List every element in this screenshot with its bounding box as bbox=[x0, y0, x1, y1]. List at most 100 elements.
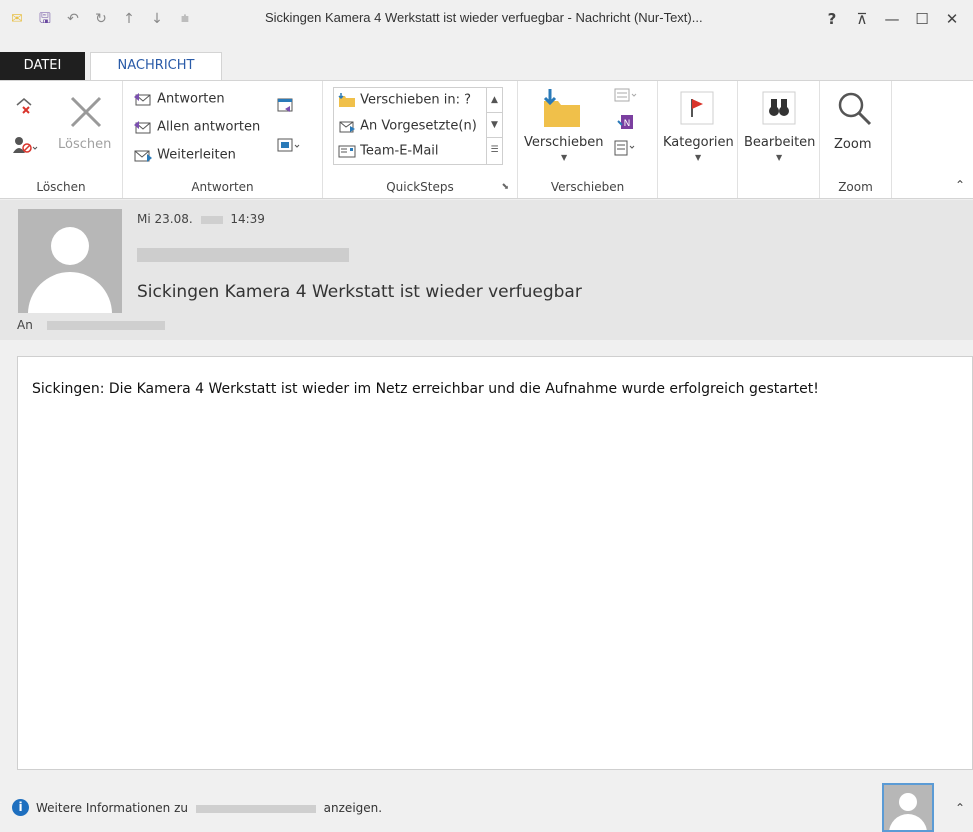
help-button[interactable]: ? bbox=[817, 6, 847, 32]
delete-button[interactable] bbox=[62, 93, 110, 131]
ribbon: Löschen Löschen Antworten Allen antworte… bbox=[0, 80, 973, 199]
delete-button-label: Löschen bbox=[58, 137, 112, 152]
quickstep-move-to-label: Verschieben in: ? bbox=[360, 92, 472, 108]
expand-people-pane-icon[interactable]: ⌃ bbox=[955, 801, 965, 815]
folder-move-icon bbox=[338, 93, 355, 107]
quickstep-team-email[interactable]: Team-E-Mail bbox=[338, 143, 439, 159]
edit-dropdown-icon[interactable]: ▼ bbox=[776, 153, 782, 162]
sender-address[interactable] bbox=[137, 247, 349, 262]
rules-button[interactable] bbox=[613, 87, 639, 105]
tags-group: Kategorien ▼ bbox=[658, 81, 738, 198]
redacted-year bbox=[200, 215, 223, 224]
minimize-button[interactable]: — bbox=[877, 6, 907, 32]
message-body[interactable]: Sickingen: Die Kamera 4 Werkstatt ist wi… bbox=[17, 356, 973, 770]
redo-icon[interactable]: ↻ bbox=[92, 10, 110, 28]
quickstep-move-to[interactable]: Verschieben in: ? bbox=[338, 92, 471, 108]
svg-text:N: N bbox=[624, 119, 631, 129]
previous-item-icon[interactable]: ↑ bbox=[120, 10, 138, 28]
quicksteps-gallery: Verschieben in: ? An Vorgesetzte(n) Team… bbox=[333, 87, 503, 165]
reply-button[interactable]: Antworten bbox=[133, 91, 225, 107]
reply-label: Antworten bbox=[157, 91, 225, 107]
quickstep-to-manager[interactable]: An Vorgesetzte(n) bbox=[338, 118, 477, 134]
respond-group: Antworten Allen antworten Weiterleiten A… bbox=[123, 81, 323, 198]
avatar-head bbox=[51, 227, 89, 265]
undo-icon[interactable]: ↶ bbox=[64, 10, 82, 28]
window-title: Sickingen Kamera 4 Werkstatt ist wieder … bbox=[265, 10, 703, 25]
respond-group-label: Antworten bbox=[191, 180, 254, 194]
to-label: An bbox=[17, 318, 33, 332]
message-subject: Sickingen Kamera 4 Werkstatt ist wieder … bbox=[137, 282, 582, 302]
categorize-button[interactable] bbox=[678, 89, 716, 127]
avatar-body bbox=[28, 272, 112, 313]
forward-label: Weiterleiten bbox=[157, 147, 236, 163]
categories-dropdown-icon[interactable]: ▼ bbox=[695, 153, 701, 162]
dialog-launcher-icon[interactable]: ⬊ bbox=[501, 182, 509, 192]
zoom-button[interactable] bbox=[834, 89, 874, 129]
contact-avatar-body bbox=[889, 814, 927, 830]
collapse-ribbon-icon[interactable]: ⌃ bbox=[955, 178, 965, 192]
message-header: Mi 23.08. 14:39 Sickingen Kamera 4 Werks… bbox=[0, 200, 973, 340]
contact-avatar[interactable] bbox=[882, 783, 934, 832]
flag-icon bbox=[680, 91, 714, 125]
actions-button[interactable] bbox=[613, 139, 639, 157]
sender-avatar[interactable] bbox=[18, 209, 122, 313]
ribbon-display-options-button[interactable]: ⊼ bbox=[847, 6, 877, 32]
more-respond-button[interactable] bbox=[276, 137, 302, 155]
reply-icon bbox=[134, 93, 151, 106]
more-info-link[interactable]: Weitere Informationen zu anzeigen. bbox=[36, 801, 382, 815]
folder-move-big-icon bbox=[543, 89, 580, 127]
delete-group-label: Löschen bbox=[36, 180, 86, 194]
ribbon-tabs: DATEI NACHRICHT bbox=[0, 52, 973, 81]
ignore-button[interactable] bbox=[14, 95, 34, 115]
tab-file[interactable]: DATEI bbox=[0, 52, 85, 80]
rules-icon bbox=[614, 88, 637, 102]
sent-date: Mi 23.08. 14:39 bbox=[137, 212, 265, 226]
categories-label: Kategorien bbox=[663, 135, 734, 150]
close-button[interactable]: ✕ bbox=[937, 6, 967, 32]
save-icon[interactable]: 🖫 bbox=[36, 10, 54, 28]
window-controls: ? ⊼ — ☐ ✕ bbox=[817, 6, 967, 32]
scroll-up-button[interactable]: ▲ bbox=[487, 88, 502, 113]
reply-all-button[interactable]: Allen antworten bbox=[133, 119, 260, 135]
info-icon: i bbox=[12, 799, 29, 816]
message-body-text: Sickingen: Die Kamera 4 Werkstatt ist wi… bbox=[32, 381, 819, 397]
im-reply-icon bbox=[277, 138, 300, 152]
tab-message[interactable]: NACHRICHT bbox=[90, 52, 222, 81]
quickstep-team-email-label: Team-E-Mail bbox=[360, 143, 439, 159]
reply-all-icon bbox=[134, 121, 151, 134]
forward-icon bbox=[134, 150, 152, 162]
customize-toolbar-icon[interactable]: ⩧ bbox=[176, 10, 194, 28]
junk-button[interactable] bbox=[12, 135, 38, 155]
move-group-label: Verschieben bbox=[550, 180, 625, 194]
redacted-contact bbox=[195, 804, 316, 813]
redacted-recipient[interactable] bbox=[46, 321, 165, 330]
to-manager-icon bbox=[339, 121, 355, 133]
title-bar: ✉ 🖫 ↶ ↻ ↑ ↓ ⩧ Sickingen Kamera 4 Werksta… bbox=[0, 0, 973, 50]
edit-label: Bearbeiten bbox=[744, 135, 816, 150]
maximize-button[interactable]: ☐ bbox=[907, 6, 937, 32]
reply-all-label: Allen antworten bbox=[157, 119, 261, 135]
delete-x-icon bbox=[70, 96, 102, 128]
meeting-reply-icon bbox=[277, 98, 293, 112]
move-group: Verschieben ▼ N Verschieben bbox=[518, 81, 658, 198]
people-pane-bar: i Weitere Informationen zu anzeigen. ⌃ bbox=[0, 781, 973, 832]
magnifier-icon bbox=[838, 92, 872, 126]
move-dropdown-icon[interactable]: ▼ bbox=[561, 153, 567, 162]
more-info-prefix: Weitere Informationen zu bbox=[36, 801, 189, 815]
onenote-icon: N bbox=[617, 115, 633, 129]
gallery-more-button[interactable]: ☰ bbox=[487, 138, 502, 163]
more-info-suffix: anzeigen. bbox=[323, 801, 383, 815]
meeting-button[interactable] bbox=[276, 97, 296, 115]
next-item-icon[interactable]: ↓ bbox=[148, 10, 166, 28]
sent-date-prefix: Mi 23.08. bbox=[137, 212, 193, 226]
move-button[interactable] bbox=[540, 87, 584, 131]
scroll-down-button[interactable]: ▼ bbox=[487, 113, 502, 138]
quickstep-to-manager-label: An Vorgesetzte(n) bbox=[360, 118, 477, 134]
onenote-button[interactable]: N bbox=[617, 113, 635, 131]
edit-button[interactable] bbox=[760, 89, 798, 127]
sent-time: 14:39 bbox=[230, 212, 265, 226]
forward-button[interactable]: Weiterleiten bbox=[133, 147, 236, 163]
zoom-label: Zoom bbox=[834, 137, 872, 152]
binoculars-icon bbox=[762, 91, 796, 125]
zoom-group-label: Zoom bbox=[838, 180, 873, 194]
